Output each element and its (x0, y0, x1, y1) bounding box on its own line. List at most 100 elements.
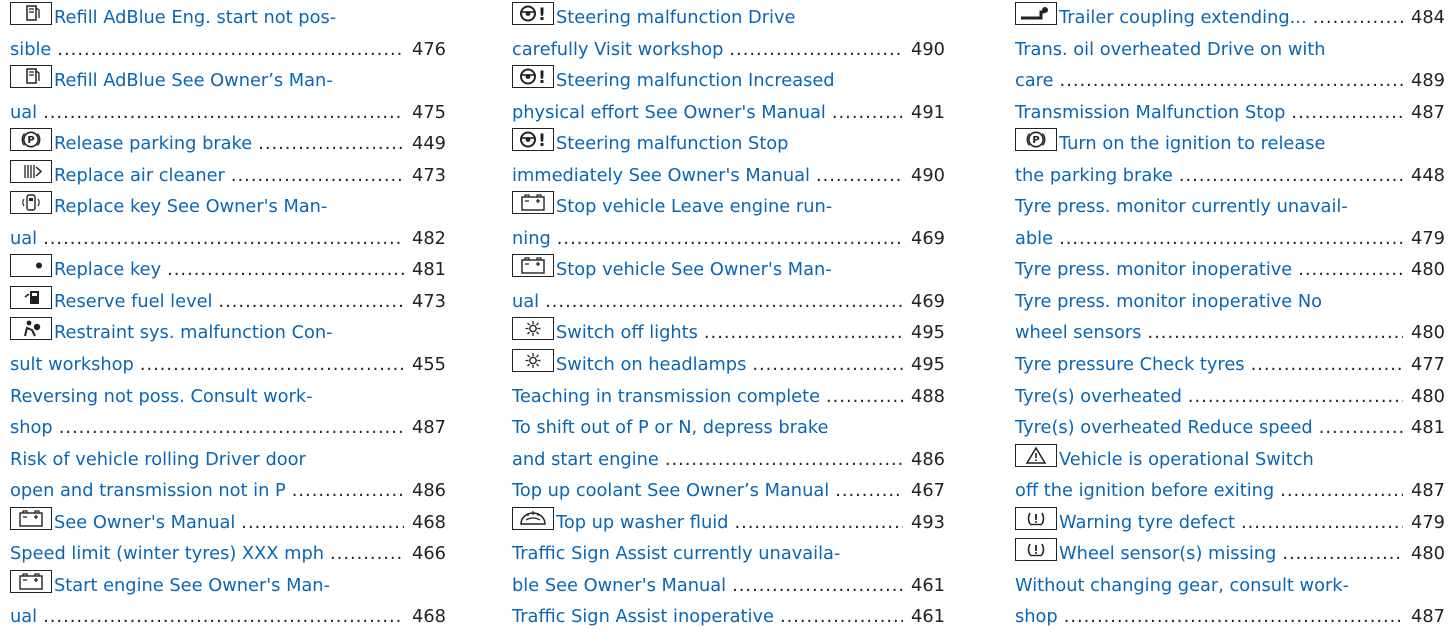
index-entry[interactable]: Transmission Malfunction Stop 487 (1015, 97, 1445, 129)
entry-text[interactable]: Vehicle is operational Switch (1059, 444, 1314, 476)
index-entry[interactable]: Tyre(s) overheated 480 (1015, 381, 1445, 413)
index-entry[interactable]: Switch off lights 495 (512, 317, 945, 349)
index-entry[interactable]: Stop vehicle Leave engine run-ning 469 (512, 191, 945, 254)
index-entry[interactable]: Start engine See Owner's Man-ual 468 (10, 569, 446, 633)
entry-text[interactable]: Restraint sys. malfunction Con- (54, 317, 333, 349)
entry-text[interactable]: Release parking brake (54, 128, 252, 160)
entry-text[interactable]: To shift out of P or N, depress brake (512, 412, 828, 444)
entry-text[interactable]: ble See Owner's Manual (512, 570, 726, 602)
entry-text[interactable]: Steering malfunction Increased (556, 65, 835, 97)
entry-text[interactable]: open and transmission not in P (10, 475, 286, 507)
index-entry[interactable]: Top up coolant See Owner’s Manual 467 (512, 475, 945, 507)
index-entry[interactable]: Teaching in transmission complete 488 (512, 381, 945, 413)
entry-text[interactable]: shop (1015, 601, 1058, 633)
index-entry[interactable]: Switch on headlamps 495 (512, 349, 945, 381)
entry-text[interactable]: Tyre(s) overheated Reduce speed (1015, 412, 1313, 444)
entry-text[interactable]: immediately See Owner's Manual (512, 160, 810, 192)
index-entry[interactable]: Without changing gear, consult work-shop… (1015, 570, 1445, 633)
entry-text[interactable]: Top up coolant See Owner’s Manual (512, 475, 829, 507)
entry-text[interactable]: ning (512, 223, 551, 255)
entry-text[interactable]: Switch off lights (556, 317, 698, 349)
entry-text[interactable]: care (1015, 65, 1054, 97)
index-entry[interactable]: Reversing not poss. Consult work-shop 487 (10, 381, 446, 444)
index-entry[interactable]: To shift out of P or N, depress brake and… (512, 412, 945, 475)
entry-text[interactable]: Top up washer fluid (556, 507, 728, 539)
index-entry[interactable]: P Turn on the ignition to release the park… (1015, 128, 1445, 191)
index-entry[interactable]: Tyre press. monitor inoperative No wheel … (1015, 286, 1445, 349)
entry-text[interactable]: Teaching in transmission complete (512, 381, 820, 413)
index-entry[interactable]: See Owner's Manual 468 (10, 506, 446, 539)
index-entry[interactable]: Restraint sys. malfunction Con-sult work… (10, 317, 446, 380)
entry-text[interactable]: Tyre press. monitor inoperative (1015, 254, 1292, 286)
index-entry[interactable]: Vehicle is operational Switch off the ign… (1015, 443, 1445, 507)
entry-text[interactable]: Start engine See Owner's Man- (54, 570, 330, 602)
index-entry[interactable]: Wheel sensor(s) missing 480 (1015, 538, 1445, 570)
entry-text[interactable]: Tyre press. monitor inoperative No (1015, 286, 1322, 318)
index-entry[interactable]: ! Steering malfunction Stop immediately Se… (512, 128, 945, 191)
entry-text[interactable]: Trans. oil overheated Drive on with (1015, 34, 1326, 66)
index-entry[interactable]: Trailer coupling extending... 484 (1015, 2, 1445, 34)
entry-text[interactable]: physical effort See Owner's Manual (512, 97, 826, 129)
entry-text[interactable]: Stop vehicle Leave engine run- (556, 191, 832, 223)
entry-text[interactable]: Tyre pressure Check tyres (1015, 349, 1245, 381)
entry-text[interactable]: ual (10, 601, 37, 633)
index-entry[interactable]: Traffic Sign Assist inoperative 461 (512, 601, 945, 633)
index-entry[interactable]: Refill AdBlue See Owner’s Man-ual 475 (10, 65, 446, 128)
entry-text[interactable]: Traffic Sign Assist inoperative (512, 601, 774, 633)
index-entry[interactable]: Refill AdBlue Eng. start not pos-sible 47… (10, 2, 446, 65)
entry-text[interactable]: Steering malfunction Stop (556, 128, 788, 160)
entry-text[interactable]: Turn on the ignition to release (1059, 128, 1325, 160)
entry-text[interactable]: ual (10, 97, 37, 129)
entry-text[interactable]: Refill AdBlue See Owner’s Man- (54, 65, 333, 97)
index-entry[interactable]: Reserve fuel level 473 (10, 285, 446, 318)
entry-text[interactable]: sult workshop (10, 349, 134, 381)
index-entry[interactable]: Replace air cleaner 473 (10, 159, 446, 192)
entry-text[interactable]: Reserve fuel level (54, 286, 212, 318)
index-entry[interactable]: P Release parking brake 449 (10, 128, 446, 160)
index-entry[interactable]: ! Steering malfunction Increased physical … (512, 65, 945, 128)
index-entry[interactable]: Top up washer fluid 493 (512, 506, 945, 539)
entry-text[interactable]: Transmission Malfunction Stop (1015, 97, 1285, 129)
entry-text[interactable]: See Owner's Manual (54, 507, 235, 539)
entry-text[interactable]: carefully Visit workshop (512, 34, 723, 66)
entry-text[interactable]: shop (10, 412, 53, 444)
entry-text[interactable]: Without changing gear, consult work- (1015, 570, 1349, 602)
index-entry[interactable]: Tyre(s) overheated Reduce speed 481 (1015, 412, 1445, 444)
entry-text[interactable]: Risk of vehicle rolling Driver door (10, 444, 306, 476)
entry-text[interactable]: wheel sensors (1015, 317, 1141, 349)
entry-text[interactable]: Switch on headlamps (556, 349, 746, 381)
index-entry[interactable]: Traffic Sign Assist currently unavaila-b… (512, 538, 945, 601)
entry-text[interactable]: off the ignition before exiting (1015, 475, 1274, 507)
entry-text[interactable]: the parking brake (1015, 160, 1173, 192)
index-entry[interactable]: Stop vehicle See Owner's Man-ual 469 (512, 254, 945, 317)
entry-text[interactable]: Wheel sensor(s) missing (1059, 538, 1276, 570)
entry-text[interactable]: Replace air cleaner (54, 160, 225, 192)
entry-text[interactable]: Warning tyre defect (1059, 507, 1235, 539)
index-entry[interactable]: Speed limit (winter tyres) XXX mph 466 (10, 538, 446, 570)
entry-text[interactable]: ual (512, 286, 539, 318)
index-entry[interactable]: Trans. oil overheated Drive on withcare 4… (1015, 34, 1445, 97)
index-entry[interactable]: ! Steering malfunction Drive carefully Vis… (512, 2, 945, 65)
entry-text[interactable]: able (1015, 223, 1053, 255)
entry-text[interactable]: Tyre(s) overheated (1015, 381, 1182, 413)
entry-text[interactable]: Traffic Sign Assist currently unavaila- (512, 538, 840, 570)
index-entry[interactable]: Warning tyre defect 479 (1015, 506, 1445, 539)
entry-text[interactable]: and start engine (512, 444, 659, 476)
index-entry[interactable]: Replace key See Owner's Man-ual 482 (10, 191, 446, 254)
entry-text[interactable]: Speed limit (winter tyres) XXX mph (10, 538, 324, 570)
index-entry[interactable]: Tyre press. monitor inoperative 480 (1015, 254, 1445, 286)
entry-text[interactable]: Trailer coupling extending... (1059, 2, 1307, 34)
entry-text[interactable]: Reversing not poss. Consult work- (10, 381, 313, 413)
index-entry[interactable]: Tyre press. monitor currently unavail-ab… (1015, 191, 1445, 254)
entry-text[interactable]: ual (10, 223, 37, 255)
entry-text[interactable]: Replace key See Owner's Man- (54, 191, 327, 223)
entry-text[interactable]: sible (10, 34, 51, 66)
index-entry[interactable]: Tyre pressure Check tyres 477 (1015, 349, 1445, 381)
index-entry[interactable]: Replace key 481 (10, 254, 446, 286)
entry-text[interactable]: Replace key (54, 254, 161, 286)
index-entry[interactable]: Risk of vehicle rolling Driver door open … (10, 444, 446, 507)
entry-text[interactable]: Stop vehicle See Owner's Man- (556, 254, 832, 286)
entry-text[interactable]: Refill AdBlue Eng. start not pos- (54, 2, 336, 34)
entry-text[interactable]: Tyre press. monitor currently unavail- (1015, 191, 1348, 223)
entry-text[interactable]: Steering malfunction Drive (556, 2, 795, 34)
